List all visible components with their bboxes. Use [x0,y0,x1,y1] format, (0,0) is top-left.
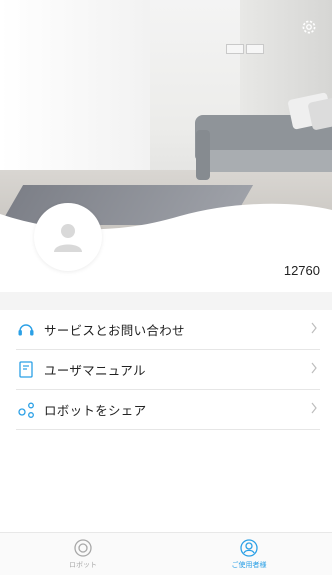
tab-user[interactable]: ご使用者様 [166,533,332,575]
chevron-right-icon [311,322,317,334]
menu-item-user-manual[interactable]: ユーザマニュアル [16,350,320,390]
photo-outlet [226,44,244,54]
gear-icon [302,20,316,34]
menu-item-support[interactable]: サービスとお問い合わせ [16,310,320,350]
section-divider [0,292,332,310]
tab-robot-label: ロボット [69,561,97,569]
tab-robot[interactable]: ロボット [0,533,166,575]
chevron-right-icon [311,362,317,374]
avatar[interactable] [34,203,102,271]
person-icon [54,224,82,252]
share-icon [16,400,36,420]
menu-item-label: ロボットをシェア [44,403,147,418]
settings-button[interactable] [298,16,320,38]
chevron-right-icon [311,402,317,414]
robot-icon [74,539,92,557]
photo-outlet [246,44,264,54]
photo-sofa-arm [196,130,210,180]
menu-item-label: ユーザマニュアル [44,363,146,378]
settings-menu: サービスとお問い合わせ ユーザマニュアル ロボットをシェア [0,310,332,430]
menu-item-share-robot[interactable]: ロボットをシェア [16,390,320,430]
menu-item-label: サービスとお問い合わせ [44,323,185,338]
manual-icon [16,360,36,380]
photo-sofa-seat [198,150,332,172]
tab-user-label: ご使用者様 [231,561,267,569]
bottom-tab-bar: ロボット ご使用者様 [0,532,332,575]
user-icon [240,539,258,557]
user-id: 12760 [283,263,320,278]
headset-icon [16,320,36,340]
header-background-photo [0,0,332,230]
